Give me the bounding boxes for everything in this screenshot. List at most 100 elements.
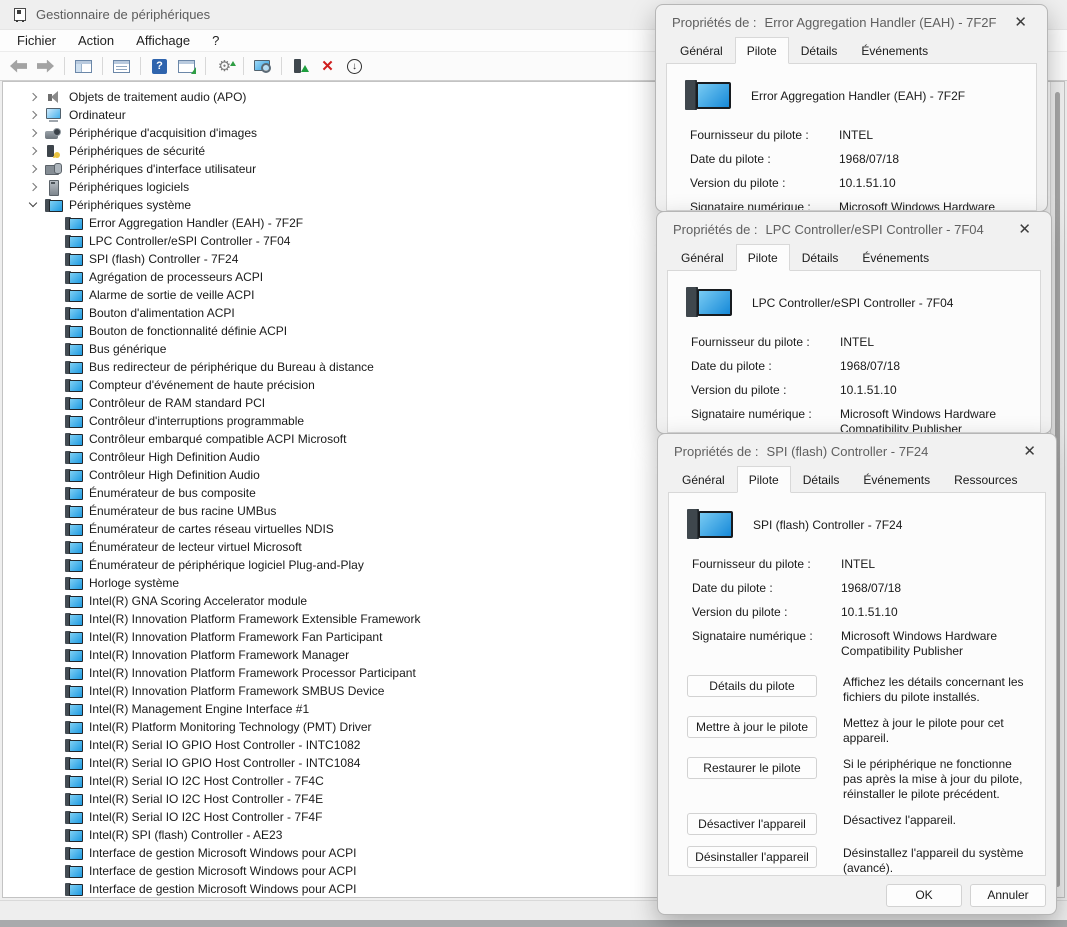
back-button[interactable] [6, 55, 31, 78]
tree-item-label: Périphériques de sécurité [69, 144, 205, 158]
tab-evenements[interactable]: Événements [850, 246, 941, 271]
tab-details[interactable]: Détails [791, 468, 852, 493]
system-device-icon [65, 702, 82, 717]
field-label: Date du pilote : [692, 581, 829, 596]
driver-action-button[interactable]: Désinstaller l'appareil [687, 846, 817, 868]
system-device-icon [65, 522, 82, 537]
update-driver-button[interactable] [288, 55, 313, 78]
system-device-icon [65, 540, 82, 555]
tab-pilote[interactable]: Pilote [735, 37, 789, 64]
field-row: Version du pilote : 10.1.51.10 [691, 383, 1028, 398]
field-value: Microsoft Windows Hardware Compatibility… [839, 200, 1024, 211]
help-button[interactable]: ? [147, 55, 172, 78]
system-device-icon [65, 342, 82, 357]
tab-evenements[interactable]: Événements [851, 468, 942, 493]
disable-device-button[interactable]: ↓ [342, 55, 367, 78]
close-icon[interactable]: ✕ [1019, 442, 1040, 461]
chevron-right-icon[interactable] [27, 109, 39, 121]
tab-general[interactable]: Général [669, 246, 736, 271]
export-list-button[interactable] [174, 55, 199, 78]
system-device-icon [65, 864, 82, 879]
field-row: Signataire numérique : Microsoft Windows… [690, 200, 1024, 211]
tree-item-label: Intel(R) Innovation Platform Framework F… [89, 630, 382, 644]
system-device-icon [65, 792, 82, 807]
field-label: Fournisseur du pilote : [691, 335, 828, 350]
tab-evenements[interactable]: Événements [849, 39, 940, 64]
chevron-right-icon[interactable] [27, 163, 39, 175]
tree-item-label: Périphérique d'acquisition d'images [69, 126, 257, 140]
device-header: LPC Controller/eSPI Controller - 7F04 [684, 285, 1028, 321]
system-device-icon [65, 306, 82, 321]
driver-action-row: Mettre à jour le pilote Mettez à jour le… [687, 716, 1033, 746]
search-computer-button[interactable] [250, 55, 275, 78]
system-device-icon [65, 234, 82, 249]
chevron-right-icon[interactable] [27, 127, 39, 139]
toolbar-separator [64, 57, 65, 75]
tree-item-label: Périphériques d'interface utilisateur [69, 162, 256, 176]
menu-aide[interactable]: ? [201, 31, 230, 50]
chevron-right-icon[interactable] [27, 145, 39, 157]
tree-item-label: Intel(R) Platform Monitoring Technology … [89, 720, 372, 734]
system-device-icon [65, 882, 82, 897]
driver-fields: Fournisseur du pilote : INTEL Date du pi… [681, 557, 1033, 659]
tree-item-label: Objets de traitement audio (APO) [69, 90, 246, 104]
field-value: 10.1.51.10 [839, 176, 1024, 191]
speaker-icon [45, 90, 62, 105]
system-device-icon [65, 666, 82, 681]
dialog-titlebar: Propriétés de : LPC Controller/eSPI Cont… [657, 212, 1051, 246]
scan-hardware-changes-button[interactable]: ⚙ [212, 55, 237, 78]
tree-item-label: Horloge système [89, 576, 179, 590]
chevron-right-icon[interactable] [27, 181, 39, 193]
close-icon[interactable]: ✕ [1014, 220, 1035, 239]
console-tree-icon [75, 60, 92, 73]
driver-action-button[interactable]: Mettre à jour le pilote [687, 716, 817, 738]
chevron-right-icon[interactable] [27, 91, 39, 103]
tree-item-label: Intel(R) Serial IO I2C Host Controller -… [89, 792, 323, 806]
tab-general[interactable]: Général [670, 468, 737, 493]
security-device-icon [45, 144, 62, 159]
system-device-icon [65, 630, 82, 645]
menu-action[interactable]: Action [67, 31, 125, 50]
driver-action-button[interactable]: Restaurer le pilote [687, 757, 817, 779]
tree-item-label: Intel(R) SPI (flash) Controller - AE23 [89, 828, 282, 842]
console-tree-button[interactable] [71, 55, 96, 78]
tree-item-label: SPI (flash) Controller - 7F24 [89, 252, 238, 266]
properties-button[interactable] [109, 55, 134, 78]
menu-affichage[interactable]: Affichage [125, 31, 201, 50]
chevron-down-icon[interactable] [27, 199, 39, 211]
close-icon[interactable]: ✕ [1010, 13, 1031, 32]
cancel-button[interactable]: Annuler [970, 884, 1046, 907]
device-icon [685, 507, 731, 543]
system-device-icon [65, 612, 82, 627]
toolbar-separator [205, 57, 206, 75]
software-device-icon [45, 180, 62, 195]
tab-pilote[interactable]: Pilote [736, 244, 790, 271]
field-label: Version du pilote : [691, 383, 828, 398]
toolbar-separator [281, 57, 282, 75]
dialog-title-device: LPC Controller/eSPI Controller - 7F04 [766, 222, 984, 237]
forward-button[interactable] [33, 55, 58, 78]
tree-item-label: Compteur d'événement de haute précision [89, 378, 315, 392]
tree-item-label: Intel(R) Innovation Platform Framework P… [89, 666, 416, 680]
menu-fichier[interactable]: Fichier [6, 31, 67, 50]
driver-action-button[interactable]: Désactiver l'appareil [687, 813, 817, 835]
driver-action-button[interactable]: Détails du pilote [687, 675, 817, 697]
tab-details[interactable]: Détails [790, 246, 851, 271]
field-row: Signataire numérique : Microsoft Windows… [691, 407, 1028, 433]
imaging-device-icon [45, 126, 62, 141]
dialog-tabs: Général Pilote Détails Événements Ressou… [658, 468, 1056, 492]
tab-details[interactable]: Détails [789, 39, 850, 64]
tree-item-label: Bouton de fonctionnalité définie ACPI [89, 324, 287, 338]
ok-button[interactable]: OK [886, 884, 962, 907]
uninstall-device-button[interactable]: ✕ [315, 55, 340, 78]
tree-item-label: Bus redirecteur de périphérique du Burea… [89, 360, 374, 374]
field-row: Fournisseur du pilote : INTEL [691, 335, 1028, 350]
tab-pilote[interactable]: Pilote [737, 466, 791, 493]
field-label: Date du pilote : [690, 152, 827, 167]
tab-ressources[interactable]: Ressources [942, 468, 1029, 493]
window-title: Gestionnaire de périphériques [36, 7, 210, 22]
tab-general[interactable]: Général [668, 39, 735, 64]
export-list-icon [178, 60, 195, 73]
system-devices-icon [45, 198, 62, 213]
tree-item-label: Énumérateur de bus racine UMBus [89, 504, 276, 518]
